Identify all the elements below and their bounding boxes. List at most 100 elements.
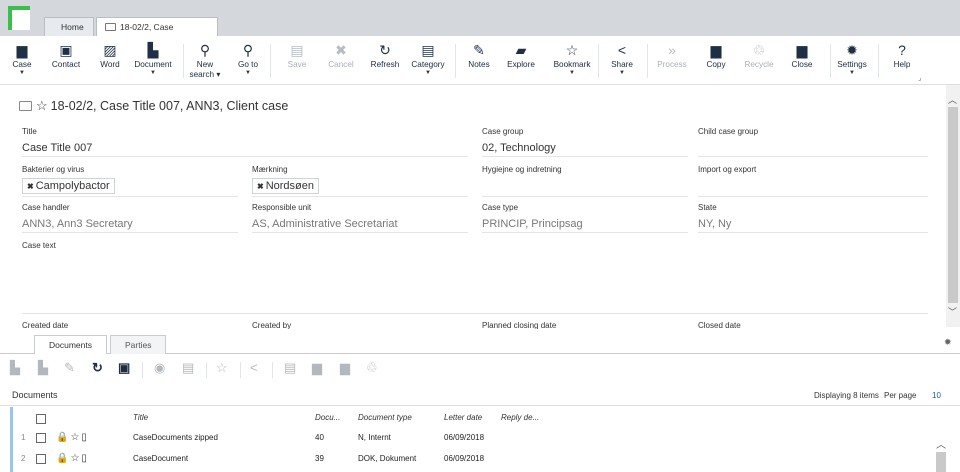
toolbar-label: Explore xyxy=(507,60,535,69)
save-button[interactable]: ▤ Save xyxy=(273,40,321,70)
document-icon[interactable]: ▯ xyxy=(81,453,87,464)
case-type-field[interactable]: PRINCIP, Principsag xyxy=(482,215,688,233)
upload-document-icon[interactable]: ▙ xyxy=(38,360,48,376)
bakterier-chip[interactable]: ✖ Campolybactor xyxy=(22,178,115,194)
goto-button[interactable]: ⚲ Go to ▼ xyxy=(224,40,272,76)
case-text-field[interactable] xyxy=(22,252,928,314)
scrollbar-thumb[interactable] xyxy=(936,452,946,472)
word-icon: ▨ xyxy=(103,42,117,58)
case-handler-field[interactable]: ANN3, Ann3 Secretary xyxy=(22,215,238,233)
settings-button[interactable]: ✹ Settings ▼ xyxy=(828,40,876,76)
details-scrollbar[interactable]: ︿ ﹀ xyxy=(946,85,960,327)
case-group-field[interactable]: 02, Technology xyxy=(482,139,688,157)
notes-button[interactable]: ✎ Notes xyxy=(455,40,503,70)
table-row[interactable]: 1 🔒 ☆ ▯ CaseDocuments zipped 40 N, Internt… xyxy=(13,429,946,449)
toolbar-separator xyxy=(142,362,143,378)
scroll-down-icon[interactable]: ﹀ xyxy=(948,305,957,318)
document-info-icon[interactable]: ▤ xyxy=(182,360,194,376)
remove-chip-icon[interactable]: ✖ xyxy=(27,182,34,191)
per-page-select[interactable]: 10 xyxy=(932,391,941,400)
column-reply-deadline[interactable]: Reply de... xyxy=(501,413,539,422)
star-icon[interactable]: ☆ xyxy=(36,98,48,113)
main-toolbar: ▆ Case ▼ ▣ Contact ▨ Word ▙ Document ▼ ⚲ New search … xyxy=(0,36,960,85)
column-title[interactable]: Title xyxy=(133,413,148,422)
new-document-icon[interactable]: ▙ xyxy=(10,360,20,376)
explore-button[interactable]: ▰ Explore xyxy=(497,40,545,70)
scroll-up-icon[interactable]: ︿ xyxy=(936,436,946,451)
row-title[interactable]: CaseDocument xyxy=(133,454,188,463)
star-icon[interactable]: ☆ xyxy=(216,360,228,376)
word-button[interactable]: ▨ Word xyxy=(86,40,134,70)
contact-button[interactable]: ▣ Contact xyxy=(42,40,90,70)
column-document-number[interactable]: Docu... xyxy=(315,413,340,422)
state-label: State xyxy=(698,203,717,212)
star-icon[interactable]: ☆ xyxy=(70,432,79,443)
toolbar-separator xyxy=(598,44,599,78)
new-search-button[interactable]: ⚲ New search ▾ xyxy=(181,40,229,80)
row-title[interactable]: CaseDocuments zipped xyxy=(133,433,218,442)
preview-icon[interactable]: ◉ xyxy=(154,360,165,376)
child-case-group-field[interactable] xyxy=(698,139,928,157)
edit-icon[interactable]: ✎ xyxy=(64,360,75,376)
toolbar-label: New xyxy=(196,60,214,69)
document-button[interactable]: ▙ Document ▼ xyxy=(129,40,177,76)
copy-button[interactable]: ▆ Copy xyxy=(692,40,740,70)
refresh-icon[interactable]: ↻ xyxy=(92,360,103,376)
process-button[interactable]: » Process xyxy=(648,40,696,70)
recycle-button[interactable]: ♲ Recycle xyxy=(735,40,783,70)
documents-scrollbar[interactable]: ︿ xyxy=(934,430,948,472)
tab-parties[interactable]: Parties xyxy=(110,335,167,354)
document-icon[interactable]: ▯ xyxy=(81,432,87,443)
category-button[interactable]: ▤ Category ▼ xyxy=(404,40,452,76)
state-field[interactable]: NY, Ny xyxy=(698,215,928,233)
cancel-button[interactable]: ✖ Cancel xyxy=(317,40,365,70)
refresh-icon: ↻ xyxy=(379,42,391,58)
expand-toolbar-icon[interactable]: ⌟ xyxy=(918,74,921,82)
document-icon[interactable]: ▣ xyxy=(118,360,130,376)
select-all-checkbox[interactable] xyxy=(36,414,46,424)
share-button[interactable]: < Share ▼ xyxy=(598,40,646,76)
case-button[interactable]: ▆ Case ▼ xyxy=(0,40,46,76)
tab-documents[interactable]: Documents xyxy=(34,335,107,354)
tab-case[interactable]: 18-02/2, Case Titl...⇥✖ xyxy=(96,17,218,50)
copy-icon[interactable]: ▆ xyxy=(312,360,322,376)
close-document-icon[interactable]: ▆ xyxy=(340,360,350,376)
row-type: N, Internt xyxy=(358,433,391,442)
print-icon[interactable]: ▤ xyxy=(284,360,296,376)
help-button[interactable]: ? Help xyxy=(878,40,926,70)
refresh-button[interactable]: ↻ Refresh xyxy=(361,40,409,70)
column-document-type[interactable]: Document type xyxy=(358,413,412,422)
hygiejne-field[interactable] xyxy=(482,177,688,197)
toolbar-label: Bookmark xyxy=(553,60,591,69)
app-logo[interactable] xyxy=(8,6,30,30)
remove-chip-icon[interactable]: ✖ xyxy=(257,182,264,191)
bakterier-field[interactable]: ✖ Campolybactor xyxy=(22,177,238,197)
toolbar-label: Word xyxy=(100,60,120,69)
star-icon[interactable]: ☆ xyxy=(70,453,79,464)
maerkning-field[interactable]: ✖ Nordsøen xyxy=(252,177,468,197)
close-button[interactable]: ▆ Close xyxy=(778,40,826,70)
row-number: 2 xyxy=(21,454,26,463)
column-letter-date[interactable]: Letter date xyxy=(444,413,482,422)
row-checkbox[interactable] xyxy=(36,433,46,443)
share-icon[interactable]: < xyxy=(250,360,258,375)
gear-icon[interactable]: ✹ xyxy=(944,337,952,348)
scrollbar-thumb[interactable] xyxy=(948,107,958,303)
tab-home[interactable]: Home xyxy=(44,17,94,36)
title-field[interactable]: Case Title 007 xyxy=(22,139,468,157)
folder-icon xyxy=(19,101,32,111)
import-export-field[interactable] xyxy=(698,177,928,197)
maerkning-chip[interactable]: ✖ Nordsøen xyxy=(252,178,319,194)
toolbar-label: Notes xyxy=(468,60,490,69)
recycle-icon[interactable]: ♲ xyxy=(366,360,378,376)
documents-grid: Title Docu... Document type Letter date … xyxy=(10,407,946,472)
responsible-unit-field[interactable]: AS, Administrative Secretariat xyxy=(252,215,468,233)
toolbar-label: Cancel xyxy=(328,60,354,69)
table-row[interactable]: 2 🔒 ☆ ▯ CaseDocument 39 DOK, Dokument 06/0… xyxy=(13,450,946,470)
row-checkbox[interactable] xyxy=(36,454,46,464)
toolbar-separator xyxy=(272,362,273,378)
toolbar-label: Settings xyxy=(837,60,867,69)
bookmark-button[interactable]: ☆ Bookmark ▼ xyxy=(548,40,596,76)
toolbar-separator xyxy=(183,44,184,78)
scroll-up-icon[interactable]: ︿ xyxy=(948,93,957,106)
